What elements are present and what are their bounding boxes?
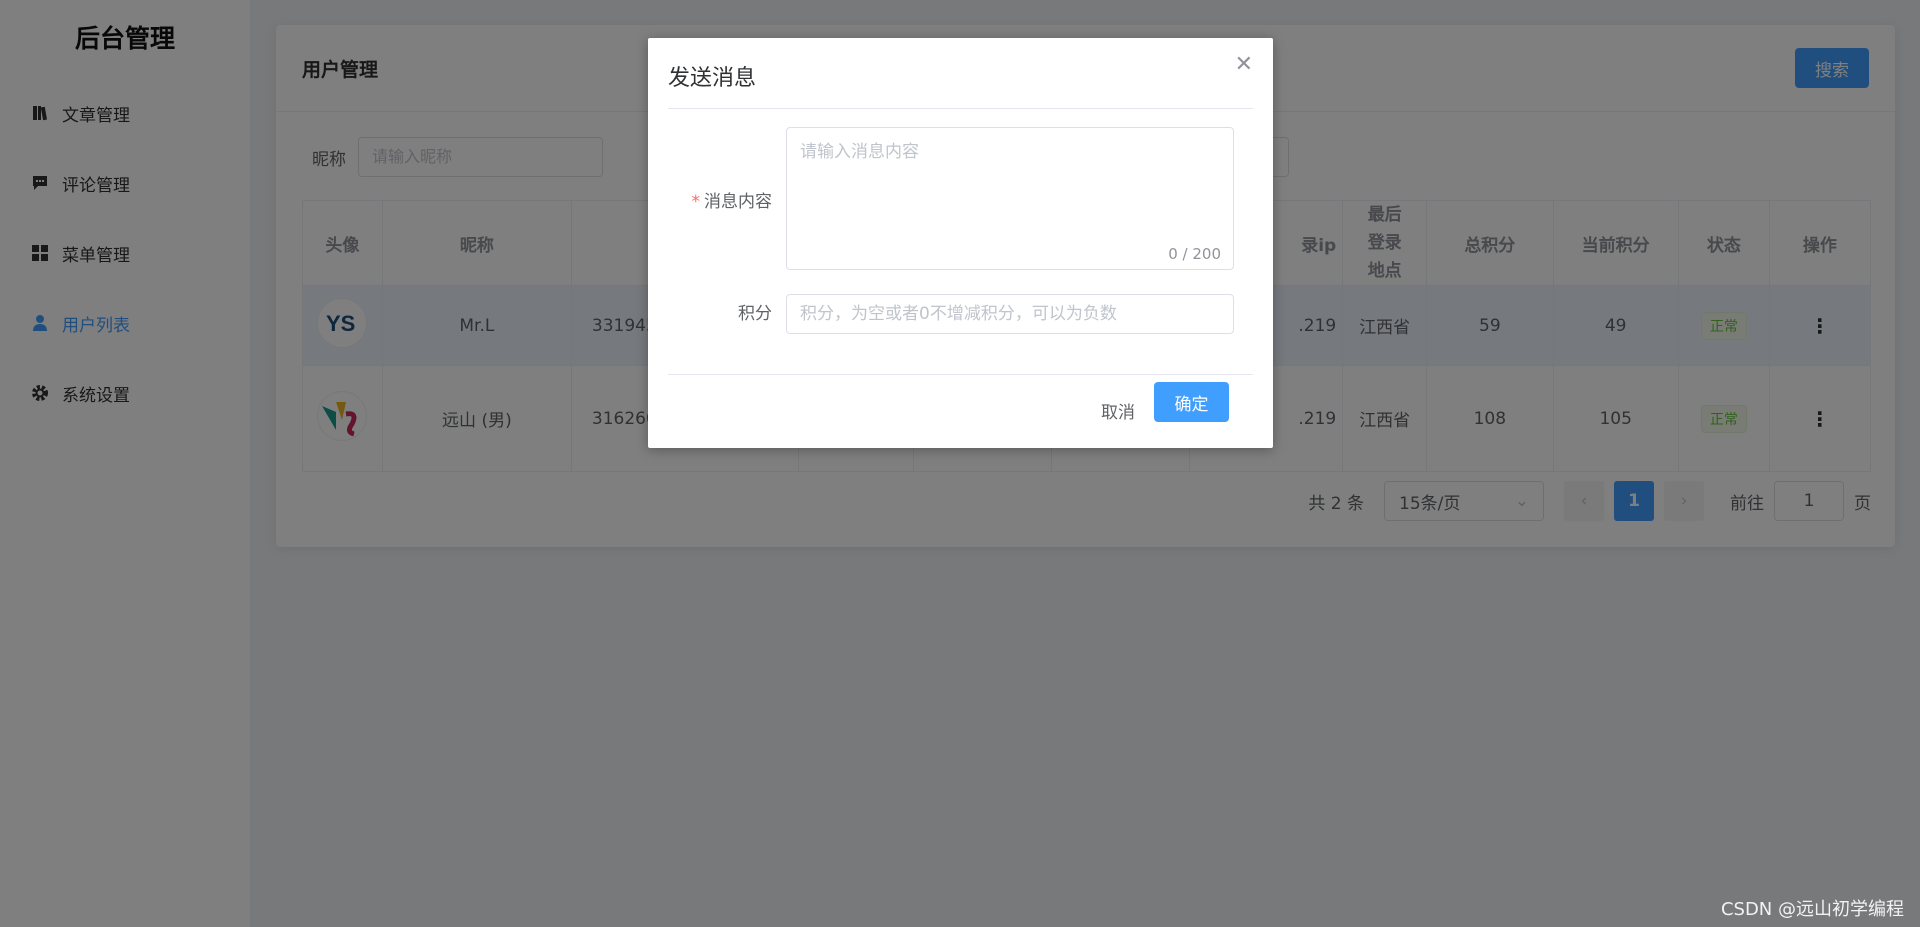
cancel-button[interactable]: 取消 (1101, 390, 1135, 430)
confirm-button[interactable]: 确定 (1154, 382, 1229, 422)
points-form-row: 积分 积分，为空或者0不增减积分，可以为负数 (668, 294, 1234, 334)
message-form-row: * 消息内容 请输入消息内容 0 / 200 (668, 127, 1234, 270)
dialog-header: 发送消息 ✕ (668, 38, 1253, 109)
watermark: CSDN @远山初学编程 (1720, 899, 1904, 920)
message-label-text: 消息内容 (704, 192, 772, 212)
dialog-title: 发送消息 (668, 66, 757, 91)
send-message-dialog: 发送消息 ✕ * 消息内容 请输入消息内容 0 / 200 积分 积分，为空或者0… (648, 38, 1273, 448)
required-asterisk: * (691, 192, 701, 212)
message-label: * 消息内容 (668, 127, 786, 270)
points-input[interactable]: 积分，为空或者0不增减积分，可以为负数 (786, 294, 1234, 334)
message-placeholder: 请输入消息内容 (800, 142, 919, 162)
dialog-footer: 取消 确定 (668, 374, 1253, 448)
points-label: 积分 (738, 304, 772, 324)
close-icon[interactable]: ✕ (1235, 52, 1253, 77)
message-textarea[interactable]: 请输入消息内容 0 / 200 (786, 127, 1234, 270)
char-counter: 0 / 200 (1168, 245, 1221, 263)
